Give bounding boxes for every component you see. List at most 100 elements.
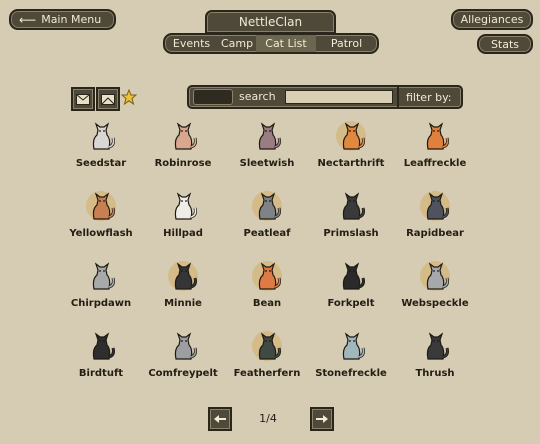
cat-card[interactable]: Forkpelt (306, 259, 396, 309)
cat-icon (258, 332, 281, 360)
cat-card[interactable]: Featherfern (222, 329, 312, 379)
cat-card[interactable]: Hillpad (138, 189, 228, 239)
other-cats-toggle[interactable] (96, 87, 120, 111)
stats-button[interactable]: Stats (477, 34, 533, 54)
cat-icon (426, 122, 449, 150)
cat-sprite (250, 119, 284, 153)
cat-sprite (418, 329, 452, 363)
cat-sprite (84, 329, 118, 363)
cat-icon (174, 262, 197, 290)
cat-name: Nectarthrift (317, 158, 385, 169)
tab-camp[interactable]: Camp (218, 35, 256, 52)
search-label: search (239, 90, 276, 103)
cat-name: Forkpelt (327, 298, 375, 309)
cat-sprite (418, 189, 452, 223)
cat-sprite (334, 119, 368, 153)
cat-name: Primslash (323, 228, 379, 239)
cat-card[interactable]: Webspeckle (390, 259, 480, 309)
cat-name: Peatleaf (243, 228, 291, 239)
cat-sprite (166, 259, 200, 293)
cat-sprite (250, 259, 284, 293)
cat-icon (174, 122, 197, 150)
cat-card[interactable]: Minnie (138, 259, 228, 309)
cat-card[interactable]: Stonefreckle (306, 329, 396, 379)
cat-card[interactable]: Chirpdawn (56, 259, 146, 309)
cat-icon (258, 192, 281, 220)
cat-card[interactable]: Peatleaf (222, 189, 312, 239)
cat-icon (342, 122, 365, 150)
cat-icon (258, 262, 281, 290)
page-indicator: 1/4 (259, 412, 277, 425)
clan-name-banner: NettleClan (205, 10, 336, 34)
cat-icon (174, 332, 197, 360)
cat-name: Yellowflash (69, 228, 133, 239)
cat-sprite (84, 189, 118, 223)
star-icon[interactable] (121, 89, 137, 105)
cat-icon (92, 122, 115, 150)
search-bar: search filter by: (187, 85, 463, 109)
search-toggle-button[interactable] (193, 89, 233, 105)
envelope-open-icon (101, 94, 115, 105)
main-menu-button[interactable]: ⟵ Main Menu (9, 9, 116, 30)
cat-icon (92, 332, 115, 360)
cat-name: Thrush (415, 368, 455, 379)
cat-icon (174, 192, 197, 220)
cat-card[interactable]: Rapidbear (390, 189, 480, 239)
cat-name: Seedstar (75, 158, 127, 169)
cat-name: Featherfern (233, 368, 301, 379)
cat-sprite (166, 329, 200, 363)
cat-name: Comfreypelt (148, 368, 218, 379)
right-arrow-icon (316, 415, 328, 423)
cat-name: Birdtuft (78, 368, 124, 379)
tab-patrol[interactable]: Patrol (316, 35, 377, 52)
search-input[interactable] (285, 90, 393, 104)
cat-icon (342, 332, 365, 360)
cat-card[interactable]: Yellowflash (56, 189, 146, 239)
cat-icon (342, 192, 365, 220)
stats-label: Stats (490, 37, 520, 51)
left-arrow-icon (214, 415, 226, 423)
allegiances-button[interactable]: Allegiances (451, 9, 533, 30)
allegiances-label: Allegiances (460, 13, 524, 26)
cat-icon (92, 262, 115, 290)
cat-name: Chirpdawn (70, 298, 132, 309)
cat-icon (426, 262, 449, 290)
cat-card[interactable]: Birdtuft (56, 329, 146, 379)
next-page-button[interactable] (310, 407, 334, 431)
cat-name: Stonefreckle (315, 368, 387, 379)
cat-sprite (334, 259, 368, 293)
cat-icon (426, 332, 449, 360)
cat-card[interactable]: Comfreypelt (138, 329, 228, 379)
cat-card[interactable]: Leaffreckle (390, 119, 480, 169)
filter-by-label: filter by: (406, 90, 452, 104)
envelope-icon (76, 94, 90, 105)
cat-icon (92, 192, 115, 220)
cat-name: Robinrose (154, 158, 212, 169)
previous-page-button[interactable] (208, 407, 232, 431)
tab-events[interactable]: Events (165, 35, 218, 52)
cat-card[interactable]: Seedstar (56, 119, 146, 169)
cat-sprite (418, 119, 452, 153)
cat-sprite (250, 329, 284, 363)
cat-name: Minnie (164, 298, 202, 309)
cat-card[interactable]: Bean (222, 259, 312, 309)
cat-sprite (334, 189, 368, 223)
left-arrow-icon: ⟵ (19, 12, 37, 27)
cat-name: Hillpad (163, 228, 203, 239)
cat-name: Bean (252, 298, 282, 309)
tab-cat-list[interactable]: Cat List (256, 35, 316, 52)
cat-card[interactable]: Primslash (306, 189, 396, 239)
cat-icon (342, 262, 365, 290)
cat-card[interactable]: Thrush (390, 329, 480, 379)
cat-name: Rapidbear (406, 228, 464, 239)
living-cats-toggle[interactable] (71, 87, 95, 111)
cat-card[interactable]: Sleetwish (222, 119, 312, 169)
filter-by-dropdown[interactable]: filter by: (397, 87, 451, 107)
cat-icon (426, 192, 449, 220)
cat-sprite (334, 329, 368, 363)
cat-name: Leaffreckle (403, 158, 467, 169)
clan-name: NettleClan (238, 15, 303, 29)
cat-card[interactable]: Nectarthrift (306, 119, 396, 169)
cat-card[interactable]: Robinrose (138, 119, 228, 169)
cat-sprite (84, 259, 118, 293)
